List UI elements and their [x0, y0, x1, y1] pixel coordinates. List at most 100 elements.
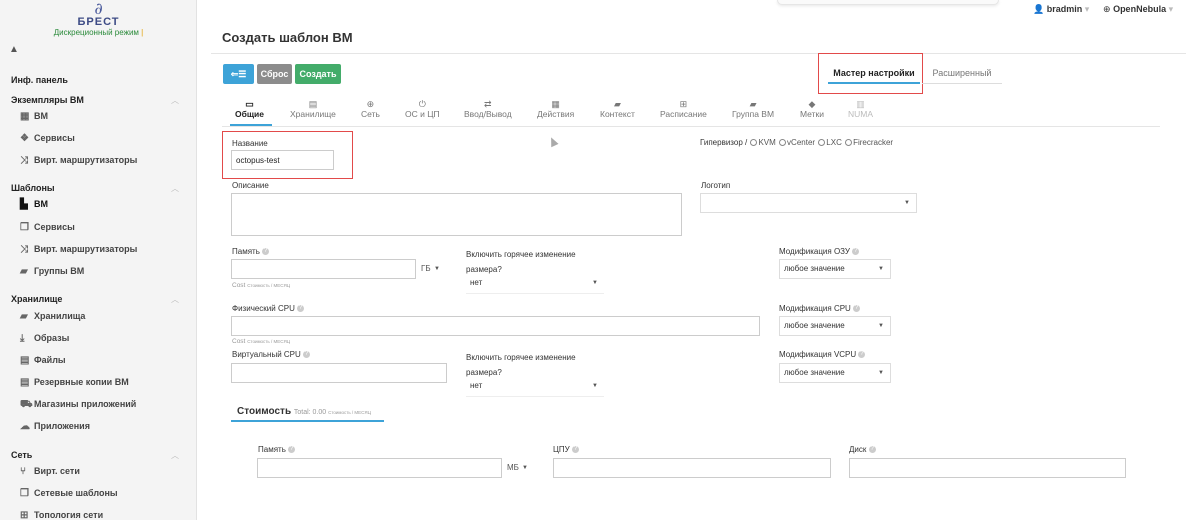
- help-icon[interactable]: ?: [853, 305, 861, 313]
- back-to-list-button[interactable]: ⇐☰: [223, 64, 254, 84]
- tab-general[interactable]: ▭ Общие: [235, 100, 264, 120]
- sidebar-item-network-vnets[interactable]: ⑂ Вирт. сети: [20, 466, 80, 477]
- sidebar-item-label: Сервисы: [34, 222, 75, 232]
- name-input[interactable]: [231, 150, 334, 170]
- tab-wizard[interactable]: Мастер настройки: [828, 64, 920, 84]
- reset-button[interactable]: Сброс: [257, 64, 292, 84]
- tab-numa[interactable]: ▥ NUMA: [848, 99, 873, 120]
- tab-network[interactable]: ⊕ Сеть: [361, 99, 380, 120]
- sidebar-item-label: Сетевые шаблоны: [34, 488, 118, 498]
- tab-io[interactable]: ⇄ Ввод/Вывод: [464, 99, 512, 120]
- tab-vm-group[interactable]: ▰ Группа ВМ: [732, 100, 774, 120]
- sidebar-dashboard[interactable]: Инф. панель: [11, 75, 68, 85]
- cpu-hot-resize-select[interactable]: нет ▼: [466, 377, 604, 397]
- mouse-cursor: [547, 135, 559, 148]
- sidebar-item-storage-files[interactable]: ▤ Файлы: [20, 355, 66, 366]
- folder-open-icon: ▰: [20, 311, 28, 322]
- sidebar-item-storage-backups[interactable]: ▤ Резервные копии ВМ: [20, 377, 129, 388]
- cost-memory-unit-select[interactable]: МБ ▼: [502, 458, 534, 478]
- globe-icon: ⊕: [366, 99, 375, 109]
- cost-total-value: Total: 0.00: [293, 409, 327, 416]
- sidebar-item-templates-vrouters[interactable]: ⤨ Вирт. маршрутизаторы: [20, 244, 137, 255]
- cost-disk-input[interactable]: [849, 458, 1126, 478]
- sidebar-item-templates-vms[interactable]: ▙ ВМ: [20, 199, 48, 210]
- cost-cpu-input[interactable]: [553, 458, 831, 478]
- logo-select[interactable]: ▼: [700, 193, 917, 213]
- cloud-menu[interactable]: ⊕ OpenNebula ▾: [1103, 4, 1173, 15]
- chevron-down-icon: ▼: [878, 323, 884, 329]
- description-textarea[interactable]: [231, 193, 682, 236]
- sidebar-item-network-templates[interactable]: ❐ Сетевые шаблоны: [20, 488, 118, 499]
- cost-section-title: Стоимость Total: 0.00 Стоимость / МЕСЯЦ: [237, 406, 371, 417]
- sidebar-section-templates[interactable]: Шаблоны ︿: [11, 183, 179, 193]
- copy-icon: ❐: [20, 222, 29, 233]
- chevron-down-icon: ▼: [904, 200, 910, 206]
- cost-hint: Cost: [232, 282, 246, 289]
- sidebar-item-network-topology[interactable]: ⊞ Топология сети: [20, 510, 103, 520]
- vcpu-mod-select[interactable]: любое значение ▼: [779, 363, 891, 383]
- help-icon[interactable]: ?: [868, 446, 876, 454]
- sidebar-section-network[interactable]: Сеть ︿: [11, 450, 179, 460]
- help-icon[interactable]: ?: [297, 305, 305, 313]
- divider: [222, 126, 1160, 127]
- virtual-cpu-input[interactable]: [231, 363, 447, 383]
- hypervisor-lxc-radio[interactable]: [818, 139, 826, 147]
- chevron-down-icon: ▼: [522, 465, 528, 471]
- sidebar-section-instances[interactable]: Экземпляры ВМ ︿: [11, 95, 179, 105]
- divider: [211, 53, 1186, 54]
- memory-hot-resize-select[interactable]: нет ▼: [466, 274, 604, 294]
- power-icon: ⏻: [418, 99, 426, 109]
- sidebar-item-instances-vms[interactable]: ▦ ВМ: [20, 111, 48, 122]
- hypervisor-option: vCenter: [787, 138, 816, 147]
- sidebar-item-templates-vmgroups[interactable]: ▰ Группы ВМ: [20, 266, 84, 277]
- physical-cpu-input[interactable]: [231, 316, 760, 336]
- exchange-icon: ⇄: [484, 99, 492, 109]
- ram-mod-select[interactable]: любое значение ▼: [779, 259, 891, 279]
- tab-tags[interactable]: ◆ Метки: [800, 99, 824, 120]
- help-icon[interactable]: ?: [571, 446, 579, 454]
- cpu-mod-select[interactable]: любое значение ▼: [779, 316, 891, 336]
- sidebar-item-instances-services[interactable]: ❖ Сервисы: [20, 133, 75, 144]
- numa-icon: ▥: [856, 99, 865, 109]
- sidebar-item-storage-apps[interactable]: ☁ Приложения: [20, 421, 90, 432]
- tab-actions[interactable]: ▦ Действия: [537, 99, 574, 120]
- memory-hot-resize-value: нет: [470, 278, 483, 287]
- cost-cpu-label-wrap: ЦПУ ?: [553, 445, 579, 454]
- brand-logo[interactable]: ∂ БРЕСТ Дискреционный режим |: [0, 0, 197, 40]
- tab-storage[interactable]: ▤ Хранилище: [290, 100, 336, 120]
- help-icon[interactable]: ?: [262, 248, 270, 256]
- help-icon[interactable]: ?: [852, 248, 860, 256]
- file-icon: ▙: [20, 199, 28, 210]
- help-icon[interactable]: ?: [858, 351, 866, 359]
- collapse-sidebar-icon[interactable]: ▲: [9, 44, 19, 55]
- cubes-icon: ❖: [20, 133, 29, 144]
- hypervisor-kvm-radio[interactable]: [750, 139, 758, 147]
- tab-advanced[interactable]: Расширенный: [922, 64, 1002, 84]
- virtual-cpu-label-wrap: Виртуальный CPU ?: [232, 350, 311, 359]
- sidebar-item-storage-marketplaces[interactable]: ⛟Магазины приложений: [20, 399, 136, 412]
- tab-label: Расписание: [660, 109, 707, 119]
- tab-os-cpu[interactable]: ⏻ ОС и ЦП: [405, 99, 440, 120]
- cost-memory-unit: МБ: [507, 463, 519, 472]
- tab-scheduling[interactable]: ⊞ Расписание: [660, 100, 707, 120]
- sidebar-item-storage-datastores[interactable]: ▰ Хранилища: [20, 311, 85, 322]
- cost-memory-input[interactable]: [257, 458, 502, 478]
- security-mode: Дискреционный режим |: [0, 27, 197, 38]
- sidebar-section-storage[interactable]: Хранилище ︿: [11, 294, 179, 304]
- memory-unit-select[interactable]: ГБ ▼: [416, 259, 446, 279]
- tag-icon: ◆: [808, 99, 816, 109]
- tab-context[interactable]: ▰ Контекст: [600, 100, 635, 120]
- help-icon[interactable]: ?: [288, 446, 296, 454]
- sidebar-item-storage-images[interactable]: ⤓ Образы: [20, 333, 69, 344]
- hypervisor-vcenter-radio[interactable]: [779, 139, 787, 147]
- calendar-icon: ▦: [551, 99, 560, 109]
- sidebar-item-label: Вирт. маршрутизаторы: [34, 244, 138, 254]
- sidebar-item-instances-vrouters[interactable]: ⤨ Вирт. маршрутизаторы: [20, 155, 137, 166]
- create-button[interactable]: Создать: [295, 64, 341, 84]
- help-icon[interactable]: ?: [303, 351, 311, 359]
- hypervisor-firecracker-radio[interactable]: [845, 139, 853, 147]
- memory-input[interactable]: [231, 259, 416, 279]
- sidebar-item-templates-services[interactable]: ❐ Сервисы: [20, 222, 75, 233]
- user-menu[interactable]: 👤 bradmin ▾: [1033, 4, 1089, 15]
- ram-mod-value: любое значение: [784, 264, 845, 273]
